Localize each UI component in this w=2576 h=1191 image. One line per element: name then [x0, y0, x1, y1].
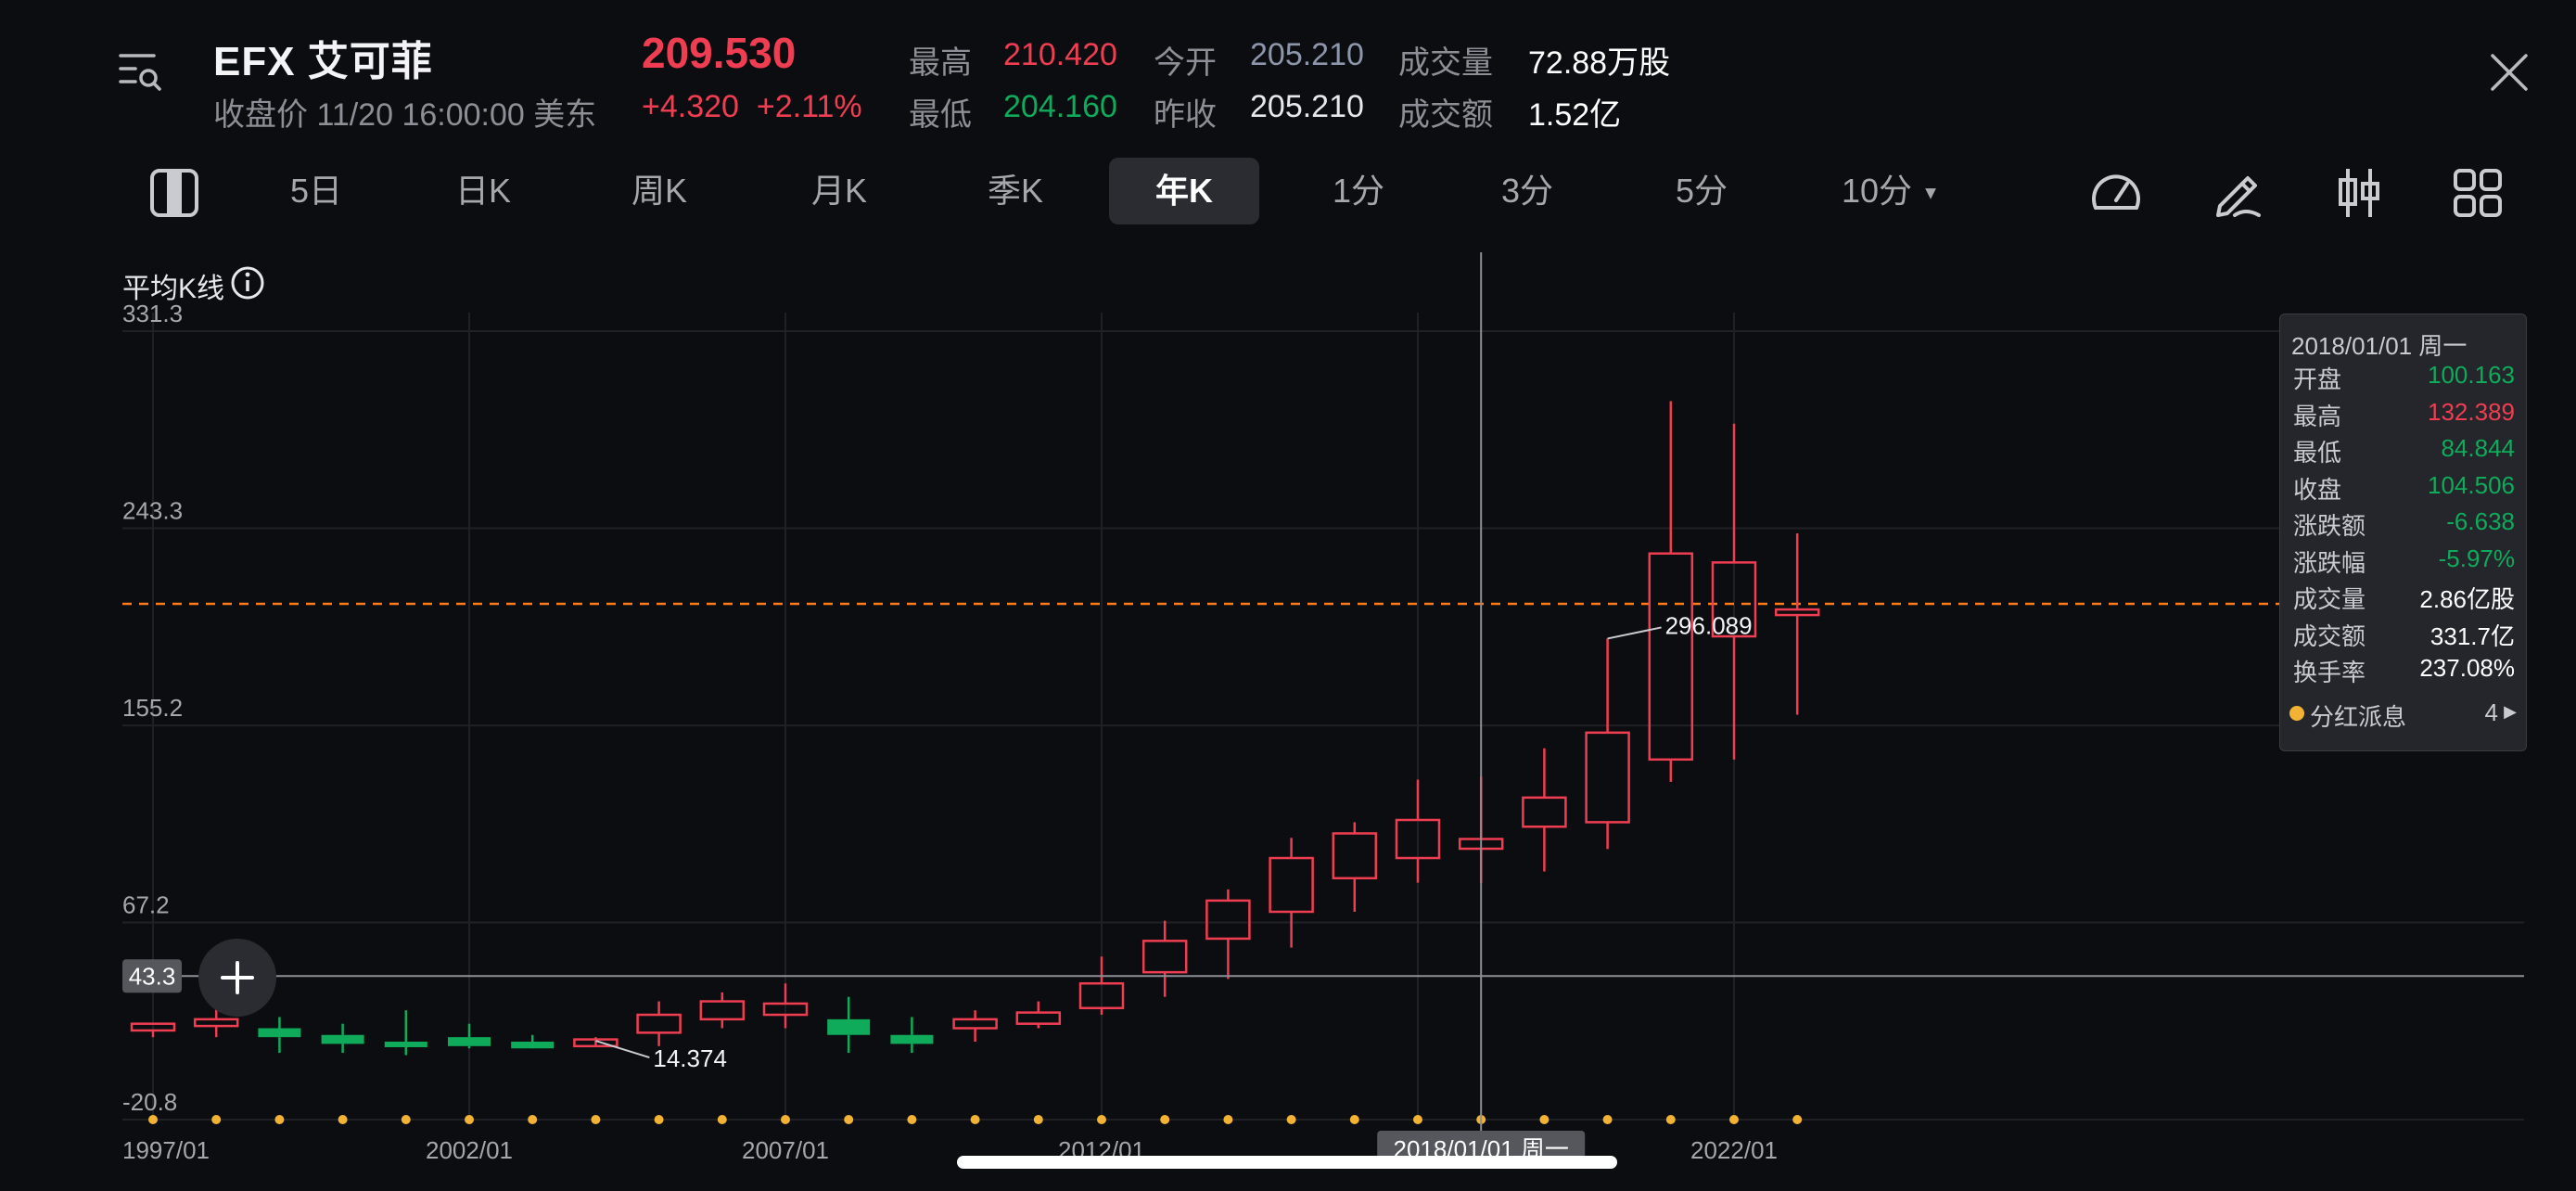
candle-body[interactable] [1774, 608, 1820, 617]
home-indicator[interactable] [957, 1156, 1617, 1169]
crosshair-plus-icon [221, 961, 254, 994]
dividend-marker[interactable] [844, 1115, 854, 1124]
candle-body[interactable] [193, 1018, 239, 1028]
min-annotation-leader [595, 1040, 650, 1059]
min-annotation-label: 14.374 [653, 1044, 727, 1072]
candle-body[interactable] [511, 1041, 555, 1049]
candle-body[interactable] [1141, 940, 1188, 974]
dividend-marker[interactable] [1602, 1115, 1613, 1124]
y-tick-label: 155.2 [122, 694, 183, 722]
candle-body[interactable] [890, 1034, 934, 1044]
info-row-value: 104.506 [2428, 470, 2515, 499]
y-tick-label: 67.2 [122, 891, 170, 919]
y-tick-label: 243.3 [122, 496, 183, 524]
info-row-value: 100.163 [2428, 361, 2515, 389]
dividend-marker[interactable] [148, 1115, 158, 1124]
dividend-marker[interactable] [1539, 1115, 1549, 1124]
crosshair-y-label: 43.3 [129, 962, 176, 990]
dividend-marker[interactable] [654, 1115, 664, 1124]
info-row-value: 237.08% [2419, 654, 2515, 682]
dividend-marker[interactable] [717, 1115, 727, 1124]
y-tick-label: -20.8 [122, 1088, 177, 1116]
candle-body[interactable] [448, 1037, 491, 1046]
dividend-marker[interactable] [1413, 1115, 1422, 1124]
info-row: 成交量 2.86亿股 [2293, 581, 2515, 616]
ohlc-info-panel: 2018/01/01 周一 开盘 100.163 最高 132.389 最低 84.844… [2279, 314, 2527, 751]
candle-body[interactable] [321, 1034, 364, 1044]
info-row-value: 331.7亿 [2429, 621, 2515, 650]
info-row: 最低 84.844 [2293, 434, 2515, 469]
info-row-label: 涨跌额 [2293, 512, 2366, 540]
candlestick-chart[interactable]: 331.3 243.3 155.2 67.2 -20.8 1997/01 2002/01 20… [0, 0, 2576, 1191]
info-row-label: 成交量 [2293, 585, 2366, 613]
candle-body[interactable] [258, 1028, 301, 1038]
dividend-marker[interactable] [274, 1115, 285, 1124]
info-row-value: -5.97% [2438, 544, 2515, 572]
max-annotation-leader [1607, 626, 1662, 640]
info-row-label: 成交额 [2293, 621, 2366, 650]
candle-body[interactable] [952, 1018, 998, 1030]
dividend-dot-icon [2289, 706, 2304, 721]
info-row-label: 最高 [2293, 402, 2342, 430]
info-row-label: 换手率 [2293, 659, 2366, 686]
info-row-label: 涨跌幅 [2293, 548, 2366, 577]
dividend-marker[interactable] [907, 1115, 917, 1124]
dividend-marker[interactable] [1160, 1115, 1170, 1124]
x-tick-label: 2022/01 [1690, 1136, 1778, 1164]
candle-body[interactable] [384, 1041, 427, 1047]
candle-body[interactable] [636, 1013, 682, 1034]
dividend-marker[interactable] [1792, 1115, 1803, 1124]
dividend-marker[interactable] [591, 1115, 601, 1124]
info-row-value: 132.389 [2428, 397, 2515, 426]
info-row-label: 最低 [2293, 439, 2342, 467]
y-tick-label: 331.3 [122, 300, 183, 327]
chevron-right-icon: ▶ [2504, 702, 2517, 721]
dividend-marker[interactable] [1033, 1115, 1043, 1124]
x-tick-label: 2002/01 [426, 1136, 513, 1164]
dividend-marker[interactable] [1349, 1115, 1359, 1124]
x-tick-label: 2007/01 [742, 1136, 829, 1164]
candle-body[interactable] [1015, 1011, 1062, 1025]
x-tick-label: 1997/01 [122, 1136, 210, 1164]
dividend-marker[interactable] [528, 1115, 538, 1124]
dividend-marker[interactable] [781, 1115, 790, 1124]
dividend-label[interactable]: 分红派息 [2310, 698, 2406, 733]
info-row-label: 开盘 [2293, 365, 2342, 393]
dividend-marker[interactable] [1729, 1115, 1739, 1124]
max-annotation-label: 296.089 [1665, 611, 1753, 639]
candle-body[interactable] [1269, 856, 1314, 914]
dividend-marker[interactable] [1097, 1115, 1106, 1124]
candle-body[interactable] [1648, 552, 1694, 762]
dividend-marker[interactable] [338, 1115, 348, 1124]
dividend-marker[interactable] [211, 1115, 222, 1124]
info-row: 涨跌幅 -5.97% [2293, 544, 2515, 580]
candle-body[interactable] [1205, 899, 1251, 941]
candle-body[interactable] [1522, 796, 1567, 828]
info-row: 开盘 100.163 [2293, 361, 2515, 396]
info-row: 换手率 237.08% [2293, 654, 2515, 689]
info-row-value: -6.638 [2446, 507, 2515, 535]
candle-body[interactable] [827, 1018, 871, 1035]
dividend-marker[interactable] [1286, 1115, 1296, 1124]
dividend-marker[interactable] [970, 1115, 980, 1124]
crosshair-button[interactable] [198, 939, 276, 1017]
info-date: 2018/01/01 周一 [2291, 332, 2468, 360]
dividend-marker[interactable] [465, 1115, 474, 1124]
info-row-value: 2.86亿股 [2419, 585, 2515, 613]
candle-body[interactable] [1332, 832, 1378, 880]
dividend-marker[interactable] [401, 1115, 411, 1124]
candle-body[interactable] [699, 1000, 746, 1021]
info-row: 成交额 331.7亿 [2293, 618, 2515, 653]
info-row: 最高 132.389 [2293, 398, 2515, 433]
dividend-marker[interactable] [1665, 1115, 1676, 1124]
info-row: 收盘 104.506 [2293, 471, 2515, 506]
info-row-label: 收盘 [2293, 475, 2342, 504]
dividend-count: 4 [2484, 698, 2498, 726]
info-row: 涨跌额 -6.638 [2293, 507, 2515, 543]
dividend-marker[interactable] [1223, 1115, 1233, 1124]
candle-body[interactable] [1585, 731, 1630, 824]
info-row-value: 84.844 [2441, 434, 2515, 462]
